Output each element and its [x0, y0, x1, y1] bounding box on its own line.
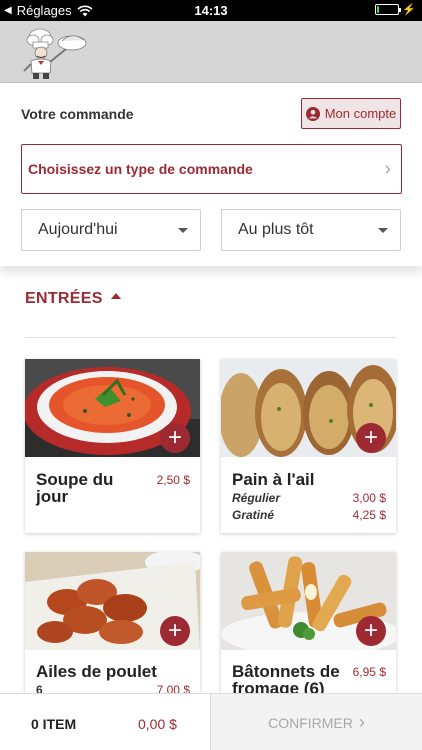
status-time: 14:13: [194, 3, 228, 18]
add-to-cart-button[interactable]: +: [160, 616, 190, 646]
product-name: Pain à l'ail: [232, 470, 315, 489]
caret-down-icon: [178, 227, 188, 233]
charging-icon: ⚡: [402, 4, 416, 16]
garlic-bread-image: +: [221, 359, 396, 457]
product-card[interactable]: + Bâtonnets de fromage (6) 6,95 $: [221, 552, 396, 697]
option-price: 4,25 $: [352, 508, 386, 522]
product-card[interactable]: + Soupe du jour 2,50 $: [25, 359, 200, 533]
option-price: 3,00 $: [352, 491, 386, 505]
my-account-button[interactable]: Mon compte: [301, 98, 401, 129]
product-price: 6,95 $: [352, 665, 386, 679]
product-price: 2,50 $: [156, 473, 190, 487]
order-type-label: Choisissez un type de commande: [28, 161, 253, 177]
product-name: Ailes de poulet: [36, 662, 157, 681]
caret-down-icon: [378, 227, 388, 233]
confirm-button[interactable]: CONFIRMER ›: [210, 694, 422, 750]
user-icon: [305, 106, 320, 121]
battery-icon: [375, 4, 402, 15]
chevron-right-icon: ›: [384, 157, 391, 180]
time-select[interactable]: Au plus tôt: [221, 209, 401, 251]
section-title: ENTRÉES: [25, 290, 103, 307]
caret-up-icon: [110, 293, 121, 299]
status-bar: ◀ Réglages 14:13 ⚡: [0, 0, 422, 21]
add-to-cart-button[interactable]: +: [356, 616, 386, 646]
confirm-label: CONFIRMER: [268, 714, 353, 731]
cart-bar: 0 ITEM 0,00 $ CONFIRMER ›: [0, 693, 422, 750]
option-label: Gratiné: [232, 508, 275, 522]
product-card[interactable]: + Pain à l'ail Régulier 3,00 $ Gratiné 4…: [221, 359, 396, 533]
product-name: Soupe du jour: [36, 470, 114, 506]
day-select[interactable]: Aujourd'hui: [21, 209, 201, 251]
add-to-cart-button[interactable]: +: [356, 423, 386, 453]
add-to-cart-button[interactable]: +: [160, 423, 190, 453]
my-account-label: Mon compte: [324, 106, 397, 121]
product-card[interactable]: + Ailes de poulet 6 7,00 $: [25, 552, 200, 697]
order-panel: Votre commande Mon compte Choisissez un …: [0, 83, 422, 266]
day-select-value: Aujourd'hui: [38, 221, 118, 238]
section-divider: [25, 337, 397, 338]
cart-total: 0,00 $: [138, 716, 177, 732]
cart-item-count: 0 ITEM: [31, 716, 77, 732]
battery-level: [377, 6, 380, 13]
soup-image: +: [25, 359, 200, 457]
chef-logo-icon: [23, 28, 87, 79]
app-header: [0, 21, 422, 83]
section-toggle[interactable]: ENTRÉES: [25, 290, 121, 308]
order-type-selector[interactable]: Choisissez un type de commande ›: [21, 144, 402, 194]
option-label: Régulier: [232, 491, 281, 505]
status-right: ⚡: [375, 3, 416, 16]
product-name: Bâtonnets de fromage (6): [232, 662, 340, 698]
order-title: Votre commande: [21, 106, 134, 122]
chevron-right-icon: ›: [358, 712, 365, 732]
chicken-wings-image: +: [25, 552, 200, 650]
cheese-sticks-image: +: [221, 552, 396, 650]
time-select-value: Au plus tôt: [238, 221, 314, 238]
